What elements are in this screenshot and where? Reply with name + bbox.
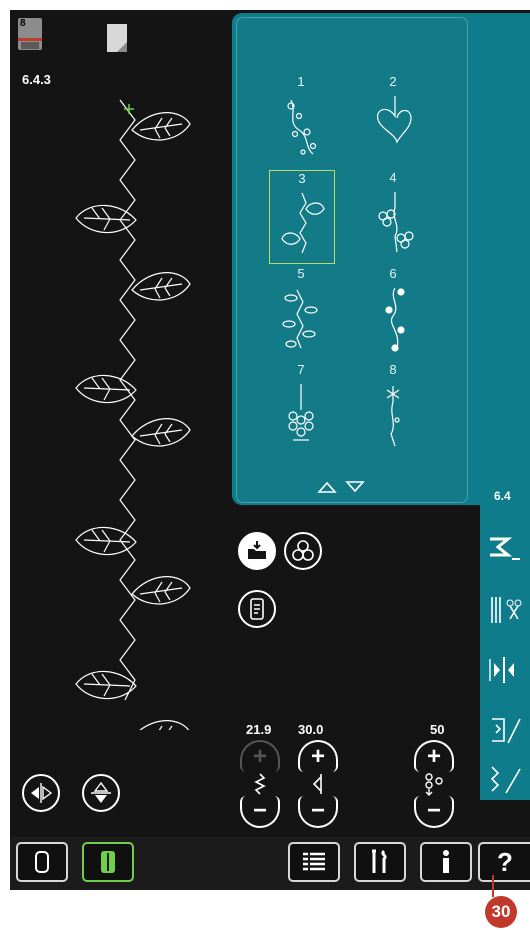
leaf-branch-stitch-icon <box>282 289 318 349</box>
stitch-menu-button[interactable] <box>288 842 340 882</box>
info-button[interactable] <box>420 842 472 882</box>
sewing-mode-icon <box>35 851 49 873</box>
density-decrease-button[interactable]: − <box>414 796 454 828</box>
bottom-toolbar: ? <box>10 837 530 890</box>
stitch-plate-icon[interactable] <box>107 24 127 52</box>
stitch-options-strip <box>480 505 530 800</box>
presser-foot-icon[interactable]: 8 <box>18 18 42 50</box>
width-decrease-button[interactable]: − <box>240 796 280 828</box>
help-question-icon: ? <box>497 846 513 877</box>
mirror-end-to-end-button[interactable] <box>82 774 120 812</box>
info-icon <box>443 850 449 873</box>
length-increase-button[interactable]: + <box>298 740 338 772</box>
stitch-item-5[interactable]: 5 <box>269 266 333 358</box>
category-label: 6.4 <box>494 489 511 503</box>
folder-load-icon <box>248 541 266 559</box>
density-icon <box>414 772 454 796</box>
swirl-icon <box>292 540 314 561</box>
stitch-menu-grid: 1 2 3 4 5 6 7 8 <box>236 17 468 503</box>
single-stitch-program-icon[interactable] <box>486 531 524 565</box>
menu-list-icon <box>303 852 325 871</box>
width-increase-button[interactable]: + <box>240 740 280 772</box>
stitch-preview <box>40 80 230 749</box>
length-stitch-icon <box>298 772 338 796</box>
quick-help-button[interactable]: ? <box>478 842 530 882</box>
stitch-item-7[interactable]: 7 <box>269 362 333 454</box>
mirror-vertical-icon <box>91 781 111 803</box>
tie-off-cut-icon[interactable] <box>486 593 524 627</box>
settings-button[interactable] <box>354 842 406 882</box>
mirror-horizontal-icon <box>31 783 53 803</box>
tools-icon <box>372 849 387 873</box>
embroidery-mode-icon <box>101 851 115 873</box>
star-vine-stitch-icon <box>386 386 400 447</box>
stitch-menu-panel: 1 2 3 4 5 6 7 8 6.4 <box>232 13 530 505</box>
stitch-item-1[interactable]: 1 <box>269 74 333 166</box>
stitch-width-value: 21.9 <box>246 722 272 737</box>
needle-stop-position-icon[interactable] <box>486 653 524 687</box>
scroll-up-arrow-icon[interactable] <box>317 480 337 494</box>
stitch-item-4[interactable]: 4 <box>361 170 425 262</box>
scroll-down-arrow-icon[interactable] <box>345 480 365 494</box>
length-decrease-button[interactable]: − <box>298 796 338 828</box>
sequencing-button[interactable] <box>238 590 276 628</box>
stitch-repeat-icon[interactable] <box>486 763 524 797</box>
density-value: 50 <box>430 722 445 737</box>
stitch-creator-button[interactable] <box>284 532 322 570</box>
callout-line <box>492 875 494 897</box>
stitch-item-3-selected[interactable]: 3 <box>269 170 335 264</box>
stitch-item-2[interactable]: 2 <box>361 74 425 166</box>
dot-vine-stitch-icon <box>385 287 405 352</box>
density-increase-button[interactable]: + <box>414 740 454 772</box>
sewing-screen: 8 6.4.3 1 2 3 4 5 6 7 8 6.4 21.9 30.0 50… <box>10 10 530 890</box>
sequence-icon <box>250 598 264 620</box>
embroidery-mode-button[interactable] <box>82 842 134 882</box>
leaf-vine-preview-icon <box>75 99 191 749</box>
mirror-side-to-side-button[interactable] <box>22 774 60 812</box>
load-stitch-button[interactable] <box>238 532 276 570</box>
callout-marker: 30 <box>485 896 517 928</box>
stitch-item-8[interactable]: 8 <box>361 362 425 454</box>
stitch-item-6[interactable]: 6 <box>361 266 425 358</box>
width-zigzag-icon <box>240 772 280 796</box>
flower-vine-stitch-icon <box>378 192 414 253</box>
heart-stitch-icon <box>377 96 412 144</box>
leaf-vine-stitch-icon <box>281 192 325 254</box>
tapering-icon[interactable] <box>486 713 524 747</box>
daisy-stitch-icon <box>288 384 314 441</box>
stitch-length-value: 30.0 <box>298 722 324 737</box>
foot-number: 8 <box>20 18 26 29</box>
sewing-mode-button[interactable] <box>16 842 68 882</box>
floral-vine-stitch-icon <box>287 99 317 155</box>
